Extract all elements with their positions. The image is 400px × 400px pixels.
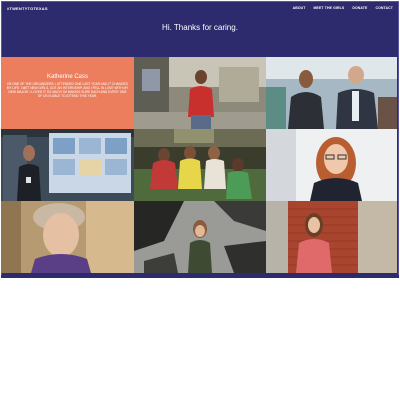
site-brand[interactable]: #TWENTYTOTEXAS [7,6,48,11]
photo-image [1,201,134,273]
photo-woman-red-jacket[interactable] [134,57,266,129]
photo-woman-research-poster[interactable] [1,129,134,201]
featured-quote: I'm one of the organizers. I attended on… [6,82,129,99]
photo-woman-by-brick-wall[interactable] [266,201,397,273]
photo-woman-short-hair-selfie[interactable] [1,201,134,273]
nav-donate[interactable]: DONATE [352,6,367,10]
photo-grid: Katherine Cass I'm one of the organizers… [1,57,397,273]
nav-contact[interactable]: CONTACT [375,6,393,10]
photo-image [134,57,266,129]
photo-image [266,201,397,273]
nav-meet-the-girls[interactable]: MEET THE GIRLS [314,6,345,10]
photo-image [266,129,397,201]
photo-woman-and-man-outdoors[interactable] [266,57,397,129]
photo-group-of-students[interactable] [134,129,266,201]
nav-menu: ABOUT MEET THE GIRLS DONATE CONTACT [293,6,393,10]
photo-woman-glasses-smiling[interactable] [266,129,397,201]
photo-woman-by-mural[interactable] [134,201,266,273]
top-navigation: #TWENTYTOTEXAS ABOUT MEET THE GIRLS DONA… [2,2,398,14]
featured-profile-tile[interactable]: Katherine Cass I'm one of the organizers… [1,57,134,129]
hero-title: Hi. Thanks for caring. [162,23,238,32]
photo-image [266,57,397,129]
photo-image [134,201,266,273]
photo-image [134,129,266,201]
featured-name: Katherine Cass [46,74,89,80]
photo-image [1,129,134,201]
grid-bottom-border [1,275,399,278]
nav-about[interactable]: ABOUT [293,6,306,10]
